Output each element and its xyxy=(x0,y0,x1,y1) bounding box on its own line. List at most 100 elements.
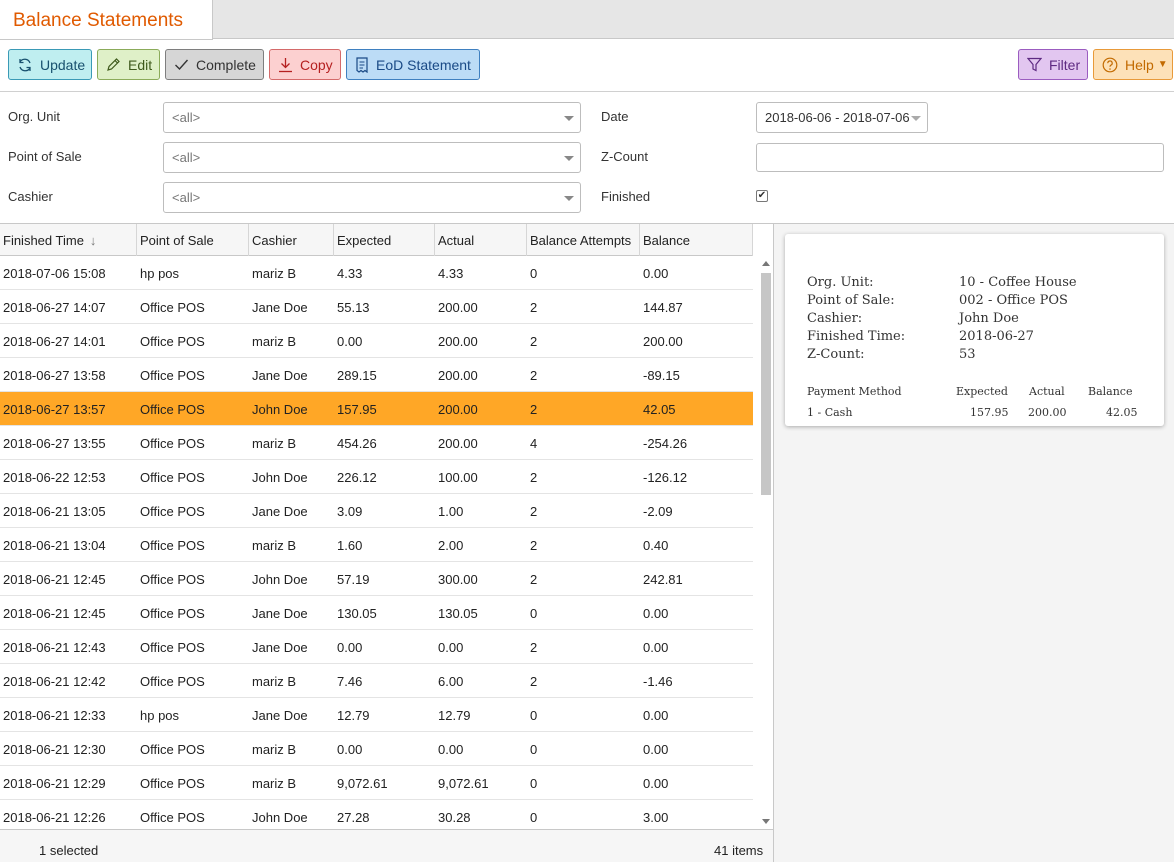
cell-balance: -126.12 xyxy=(643,470,688,485)
table-row[interactable]: 2018-06-21 12:30 Office POS mariz B 0.00 0.0… xyxy=(0,732,753,766)
preview-pos-value: 002 - Office POS xyxy=(959,293,1068,308)
chevron-down-icon xyxy=(564,156,574,161)
cell-finished-time: 2018-06-27 13:55 xyxy=(3,436,106,451)
table-row[interactable]: 2018-06-21 12:43 Office POS Jane Doe 0.00 0.… xyxy=(0,630,753,664)
column-header-label: Point of Sale xyxy=(140,233,214,248)
table-row[interactable]: 2018-06-27 14:01 Office POS mariz B 0.00 200… xyxy=(0,324,753,358)
cell-actual: 200.00 xyxy=(438,402,478,417)
help-button-label: Help xyxy=(1125,56,1154,73)
cell-balance-attempts: 0 xyxy=(530,810,538,825)
table-row[interactable]: 2018-06-21 13:04 Office POS mariz B 1.60 2.0… xyxy=(0,528,753,562)
scroll-up-arrow-icon[interactable] xyxy=(762,261,770,266)
preview-finished-label: Finished Time: xyxy=(807,329,906,344)
update-button[interactable]: Update xyxy=(8,49,92,80)
org-unit-select[interactable]: <all> xyxy=(163,102,581,133)
cell-expected: 0.00 xyxy=(337,640,363,655)
cell-finished-time: 2018-06-21 12:45 xyxy=(3,606,106,621)
edit-button[interactable]: Edit xyxy=(97,49,160,80)
cell-expected: 3.09 xyxy=(337,504,363,519)
eod-statement-button[interactable]: EoD Statement xyxy=(346,49,480,80)
table-row[interactable]: 2018-06-27 14:07 Office POS Jane Doe 55.13 2… xyxy=(0,290,753,324)
table-row[interactable]: 2018-06-21 12:45 Office POS John Doe 57.19 3… xyxy=(0,562,753,596)
tab-bar: Balance Statements xyxy=(0,0,1174,40)
cell-actual: 200.00 xyxy=(438,368,478,383)
preview-finished-value: 2018-06-27 xyxy=(959,329,1034,344)
cell-cashier: John Doe xyxy=(252,470,308,485)
preview-td-payment-method: 1 - Cash xyxy=(807,406,853,419)
preview-zcount-label: Z-Count: xyxy=(807,347,865,362)
table-row[interactable]: 2018-06-21 12:42 Office POS mariz B 7.46 6.0… xyxy=(0,664,753,698)
cell-actual: 1.00 xyxy=(438,504,464,519)
column-header-cashier[interactable]: Cashier xyxy=(249,224,334,256)
cell-balance-attempts: 0 xyxy=(530,708,538,723)
cell-cashier: Jane Doe xyxy=(252,504,308,519)
cell-cashier: John Doe xyxy=(252,572,308,587)
cell-balance-attempts: 2 xyxy=(530,504,538,519)
statement-preview-panel: Org. Unit: 10 - Coffee House Point of Sa… xyxy=(774,224,1174,862)
cell-balance: -1.46 xyxy=(643,674,673,689)
help-button[interactable]: Help ▼ xyxy=(1093,49,1173,80)
table-row[interactable]: 2018-06-21 12:45 Office POS Jane Doe 130.05… xyxy=(0,596,753,630)
cashier-select-value: <all> xyxy=(172,190,201,205)
question-circle-icon xyxy=(1102,57,1118,72)
z-count-input[interactable] xyxy=(756,143,1164,172)
filter-panel: Org. Unit <all> Point of Sale <all> Cash… xyxy=(0,92,1174,224)
cell-cashier: Jane Doe xyxy=(252,300,308,315)
preview-td-expected: 157.95 xyxy=(970,406,1009,419)
date-range-select[interactable]: 2018-06-06 - 2018-07-06 xyxy=(756,102,928,133)
finished-checkbox[interactable]: ✔ xyxy=(756,190,768,202)
edit-button-label: Edit xyxy=(128,56,153,73)
column-header-actual[interactable]: Actual xyxy=(435,224,527,256)
column-header-label: Expected xyxy=(337,233,392,248)
cell-finished-time: 2018-06-22 12:53 xyxy=(3,470,106,485)
column-header-point-of-sale[interactable]: Point of Sale xyxy=(137,224,249,256)
tab-balance-statements[interactable]: Balance Statements xyxy=(0,0,213,40)
filter-button[interactable]: Filter xyxy=(1018,49,1088,80)
cell-point-of-sale: Office POS xyxy=(140,436,205,451)
column-header-balance[interactable]: Balance xyxy=(640,224,753,256)
cell-point-of-sale: Office POS xyxy=(140,776,205,791)
table-row[interactable]: 2018-07-06 15:08 hp pos mariz B 4.33 4.33 0 0.… xyxy=(0,256,753,290)
cashier-label: Cashier xyxy=(8,189,53,204)
column-header-balance-attempts[interactable]: Balance Attempts xyxy=(527,224,640,256)
table-row[interactable]: 2018-06-21 12:33 hp pos Jane Doe 12.79 12.79… xyxy=(0,698,753,732)
cell-cashier: John Doe xyxy=(252,402,308,417)
cell-balance: 3.00 xyxy=(643,810,669,825)
scrollbar-thumb[interactable] xyxy=(761,273,771,495)
column-header-finished-time[interactable]: Finished Time ↓ xyxy=(0,224,137,256)
cell-point-of-sale: hp pos xyxy=(140,266,180,281)
cell-finished-time: 2018-06-27 13:57 xyxy=(3,402,106,417)
date-range-value: 2018-06-06 - 2018-07-06 xyxy=(765,110,910,125)
cell-balance: 0.00 xyxy=(643,640,669,655)
table-row[interactable]: 2018-06-27 13:58 Office POS Jane Doe 289.15… xyxy=(0,358,753,392)
cell-balance-attempts: 0 xyxy=(530,742,538,757)
column-header-expected[interactable]: Expected xyxy=(334,224,435,256)
cell-actual: 30.28 xyxy=(438,810,471,825)
copy-button[interactable]: Copy xyxy=(269,49,341,80)
complete-button[interactable]: Complete xyxy=(165,49,264,80)
cell-expected: 1.60 xyxy=(337,538,363,553)
pencil-icon xyxy=(107,58,120,71)
z-count-label: Z-Count xyxy=(601,149,648,164)
preview-th-actual: Actual xyxy=(1029,385,1065,398)
table-row[interactable]: 2018-06-21 12:29 Office POS mariz B 9,072.6… xyxy=(0,766,753,800)
cell-balance-attempts: 2 xyxy=(530,334,538,349)
cell-actual: 12.79 xyxy=(438,708,471,723)
table-row[interactable]: 2018-06-21 12:26 Office POS John Doe 27.28 3… xyxy=(0,800,753,829)
point-of-sale-select[interactable]: <all> xyxy=(163,142,581,173)
cell-cashier: mariz B xyxy=(252,334,297,349)
table-row[interactable]: 2018-06-21 13:05 Office POS Jane Doe 3.09 1.… xyxy=(0,494,753,528)
date-label: Date xyxy=(601,109,629,124)
receipt-icon xyxy=(356,56,368,73)
grid-scrollbar[interactable] xyxy=(759,256,773,829)
cell-cashier: John Doe xyxy=(252,810,308,825)
cell-finished-time: 2018-06-27 13:58 xyxy=(3,368,106,383)
table-row[interactable]: 2018-06-27 13:57 Office POS John Doe 157.95… xyxy=(0,392,753,426)
scroll-down-arrow-icon[interactable] xyxy=(762,819,770,824)
cashier-select[interactable]: <all> xyxy=(163,182,581,213)
table-row[interactable]: 2018-06-27 13:55 Office POS mariz B 454.26 2… xyxy=(0,426,753,460)
balance-statements-grid: Finished Time ↓ Point of Sale Cashier Expect… xyxy=(0,224,774,862)
item-count: 41 items xyxy=(714,843,764,858)
cell-point-of-sale: Office POS xyxy=(140,674,205,689)
table-row[interactable]: 2018-06-22 12:53 Office POS John Doe 226.12… xyxy=(0,460,753,494)
